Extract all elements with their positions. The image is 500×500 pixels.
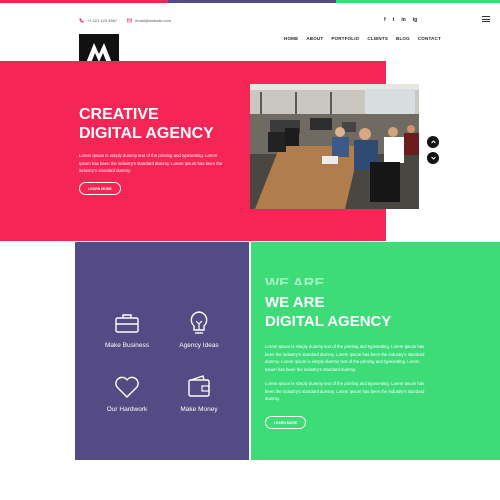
wallet-icon: [188, 375, 210, 397]
hero-title: CREATIVE DIGITAL AGENCY: [79, 105, 229, 143]
nav-contact[interactable]: CONTACT: [418, 35, 441, 43]
feature-label: Our Hardwork: [106, 406, 148, 413]
nav-home[interactable]: HOME: [284, 35, 298, 43]
hero-office-photo: [250, 84, 419, 209]
about-title-line2: DIGITAL AGENCY: [265, 313, 392, 330]
about-title: WE ARE DIGITAL AGENCY: [265, 293, 445, 331]
chevron-down-icon: [430, 156, 436, 160]
nav-clients[interactable]: CLIENTS: [367, 35, 388, 43]
hamburger-line: [482, 18, 490, 20]
lightbulb-icon: [190, 311, 208, 334]
facebook-icon[interactable]: f: [384, 16, 386, 24]
nav-blog[interactable]: BLOG: [396, 35, 410, 43]
stripe-red: [0, 0, 168, 3]
email-address: email@website.com: [135, 17, 171, 23]
about-learn-more-button[interactable]: LEARN MORE: [265, 416, 306, 429]
about-title-line1: WE ARE: [265, 294, 325, 311]
nav-about[interactable]: ABOUT: [306, 35, 323, 43]
slider-down-button[interactable]: [427, 152, 439, 164]
top-color-stripe: [0, 0, 500, 3]
phone-contact[interactable]: +1 021 123 4567: [79, 18, 117, 23]
feature-make-business[interactable]: Make Business: [92, 309, 162, 349]
envelope-icon: [127, 18, 133, 22]
stripe-green: [336, 0, 500, 3]
hero-title-line2: DIGITAL AGENCY: [79, 125, 214, 142]
instagram-icon[interactable]: ig: [413, 16, 417, 24]
about-paragraph-2: Lorem Ipsum is simply dummy text of the …: [265, 381, 425, 402]
hero-learn-more-button[interactable]: LEARN MORE: [79, 182, 121, 195]
about-ghost-title: WE ARE: [265, 275, 325, 285]
feature-agency-ideas[interactable]: Agency Ideas: [164, 309, 234, 349]
contact-info: +1 021 123 4567 email@website.com: [79, 16, 171, 24]
social-links: f t in ig: [384, 16, 417, 24]
hamburger-line: [482, 21, 490, 22]
main-nav: HOME ABOUT PORTFOLIO CLIENTS BLOG CONTAC…: [284, 35, 441, 43]
hero-description: Lorem Ipsum is simply dummy text of the …: [79, 153, 223, 174]
feature-label: Agency Ideas: [179, 342, 219, 349]
stripe-purple: [168, 0, 336, 3]
briefcase-icon: [115, 314, 139, 333]
twitter-icon[interactable]: t: [393, 16, 395, 24]
nav-portfolio[interactable]: PORTFOLIO: [331, 35, 359, 43]
feature-make-money[interactable]: Make Money: [164, 373, 234, 413]
feature-label: Make Money: [180, 406, 218, 413]
hero-title-line1: CREATIVE: [79, 106, 159, 123]
features-panel: [75, 242, 249, 460]
chevron-up-icon: [430, 140, 436, 144]
hamburger-icon[interactable]: [482, 16, 490, 22]
about-paragraph-1: Lorem Ipsum is simply dummy text of the …: [265, 344, 425, 372]
phone-icon: [79, 18, 84, 23]
linkedin-icon[interactable]: in: [401, 16, 405, 24]
email-contact[interactable]: email@website.com: [127, 18, 171, 23]
slider-up-button[interactable]: [427, 136, 439, 148]
office-photo-image: [250, 84, 419, 209]
phone-number: +1 021 123 4567: [87, 17, 118, 23]
feature-label: Make Business: [104, 342, 150, 349]
hamburger-line: [482, 16, 490, 17]
heart-icon: [115, 376, 139, 398]
feature-our-hardwork[interactable]: Our Hardwork: [92, 373, 162, 413]
